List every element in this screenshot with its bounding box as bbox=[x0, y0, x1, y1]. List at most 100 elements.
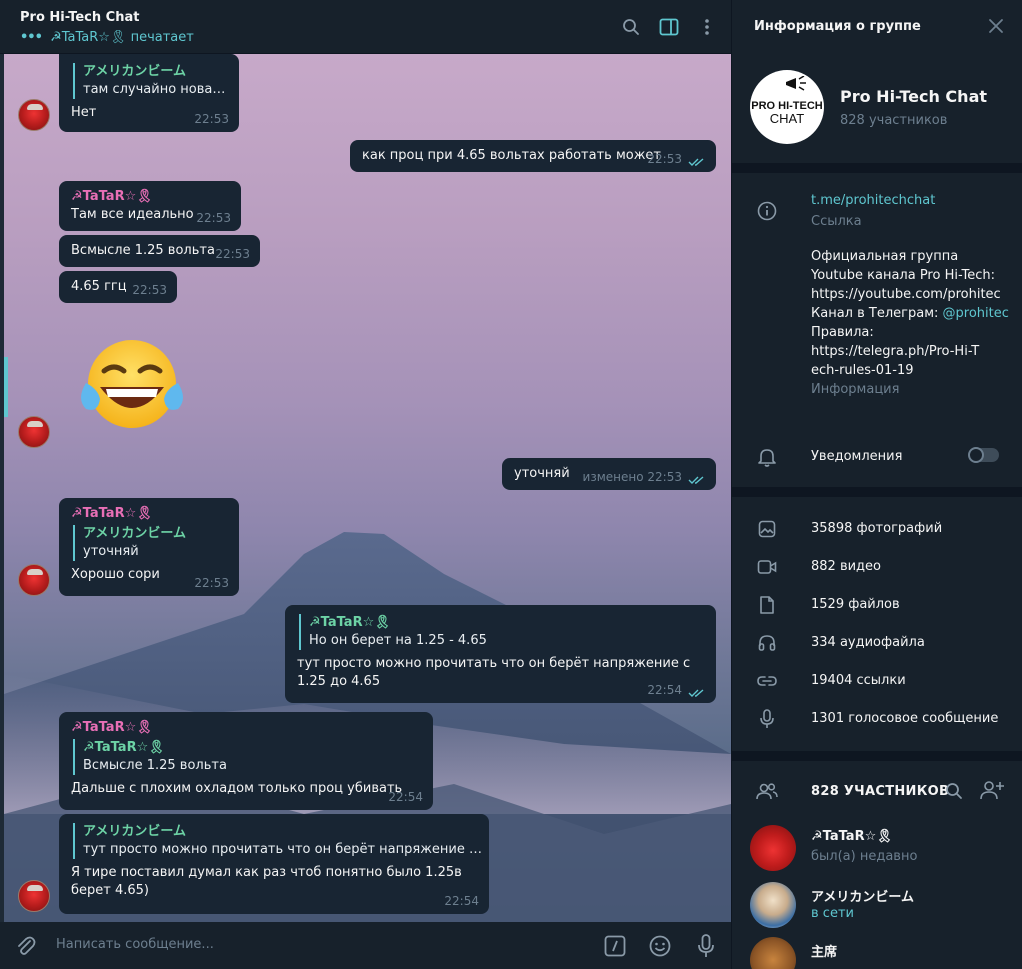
message-input[interactable]: Написать сообщение... bbox=[56, 937, 214, 952]
reply-text: Всмысле 1.25 вольта bbox=[83, 758, 227, 773]
message-bubble-outgoing[interactable]: уточняй изменено 22:53 bbox=[502, 458, 716, 490]
message-text: Хорошо сори bbox=[71, 567, 160, 582]
member-item[interactable]: 主席 bbox=[732, 935, 1022, 969]
member-item[interactable]: アメリカンビーム в сети bbox=[732, 880, 1022, 930]
message-bubble[interactable]: ☭TaTaR☆🎗 アメリカンビーム уточняй Хорошо сори 22… bbox=[59, 498, 239, 596]
divider bbox=[732, 751, 1022, 761]
message-bubble[interactable]: 4.65 ггц 22:53 bbox=[59, 271, 177, 303]
stat-photos[interactable]: 35898 фотографий bbox=[732, 510, 1022, 548]
message-time: 22:53 bbox=[132, 283, 167, 297]
notifications-label: Уведомления bbox=[811, 449, 903, 464]
message-bubble[interactable]: ☭TaTaR☆🎗 Там все идеально 22:53 bbox=[59, 181, 241, 231]
photo-icon bbox=[756, 518, 778, 540]
sender-name[interactable]: ☭TaTaR☆🎗 bbox=[71, 505, 227, 523]
microphone-icon[interactable] bbox=[694, 934, 718, 958]
rules-link[interactable]: https://telegra.ph/Pro-Hi-Tech-rules-01-… bbox=[811, 342, 981, 380]
stat-label: 1301 голосовое сообщение bbox=[811, 711, 999, 726]
reply-preview[interactable]: ☭TaTaR☆🎗 Всмысле 1.25 вольта bbox=[73, 739, 421, 775]
stat-label: 882 видео bbox=[811, 559, 881, 574]
message-time: 22:53 bbox=[215, 247, 250, 261]
user-avatar[interactable] bbox=[18, 564, 50, 596]
divider bbox=[732, 163, 1022, 173]
message-text: Нет bbox=[71, 105, 97, 120]
reply-author: アメリカンビーム bbox=[83, 824, 186, 839]
user-avatar[interactable] bbox=[18, 416, 50, 448]
stat-videos[interactable]: 882 видео bbox=[732, 548, 1022, 586]
composer-bar: Написать сообщение... bbox=[0, 922, 731, 969]
bell-icon bbox=[756, 446, 778, 468]
more-vertical-icon[interactable] bbox=[696, 16, 718, 38]
attach-paperclip-icon[interactable] bbox=[14, 934, 38, 958]
message-bubble[interactable]: アメリカンビーム тут просто можно прочитать что … bbox=[59, 814, 489, 914]
telegram-channel-link[interactable]: @prohitec bbox=[943, 306, 1009, 321]
chat-header: Pro Hi-Tech Chat ••• ☭TaTaR☆🎗 печатает bbox=[0, 0, 731, 54]
desc-line: Youtube канала Pro Hi-Tech: bbox=[811, 268, 995, 283]
youtube-link[interactable]: https://youtube.com/prohitec bbox=[811, 285, 1011, 304]
stat-files[interactable]: 1529 файлов bbox=[732, 586, 1022, 624]
message-time: 22:53 bbox=[647, 152, 682, 166]
laughing-emoji-sticker[interactable] bbox=[76, 337, 188, 431]
message-bubble-outgoing[interactable]: ☭TaTaR☆🎗 Но он берет на 1.25 - 4.65 тут … bbox=[285, 605, 716, 703]
message-bubble-outgoing[interactable]: как проц при 4.65 вольтах работать может… bbox=[350, 140, 716, 172]
reply-text: уточняй bbox=[83, 544, 139, 559]
stat-links[interactable]: 19404 ссылки bbox=[732, 662, 1022, 700]
user-avatar[interactable] bbox=[18, 99, 50, 131]
member-avatar bbox=[750, 882, 796, 928]
link-icon bbox=[756, 670, 778, 692]
message-bubble[interactable]: ☭TaTaR☆🎗 ☭TaTaR☆🎗 Всмысле 1.25 вольта Да… bbox=[59, 712, 433, 810]
reply-author: ☭TaTaR☆🎗 bbox=[309, 615, 391, 630]
toggle-knob bbox=[968, 447, 984, 463]
stat-label: 1529 файлов bbox=[811, 597, 900, 612]
message-text: уточняй bbox=[514, 466, 570, 481]
reply-preview[interactable]: アメリカンビーム уточняй bbox=[73, 525, 227, 561]
close-icon[interactable] bbox=[988, 18, 1004, 34]
member-name: アメリカンビーム bbox=[811, 890, 914, 905]
group-link[interactable]: t.me/prohitechchat bbox=[811, 193, 935, 208]
reply-text: там случайно новая ... bbox=[83, 82, 233, 97]
add-member-icon[interactable] bbox=[980, 780, 1004, 800]
edited-label: изменено bbox=[582, 470, 644, 484]
message-bubble[interactable]: アメリカンビーム там случайно новая ... Нет 22:5… bbox=[59, 54, 239, 132]
read-checkmarks-icon bbox=[688, 689, 704, 697]
chat-title[interactable]: Pro Hi-Tech Chat bbox=[20, 10, 139, 25]
member-status: был(а) недавно bbox=[811, 849, 918, 864]
message-time: 22:53 bbox=[194, 112, 229, 126]
reply-preview[interactable]: アメリカンビーム там случайно новая ... bbox=[73, 63, 233, 99]
message-bubble[interactable]: Всмысле 1.25 вольта 22:53 bbox=[59, 235, 260, 267]
search-members-icon[interactable] bbox=[945, 782, 963, 800]
members-icon bbox=[756, 780, 778, 802]
reply-preview[interactable]: アメリカンビーム тут просто можно прочитать что … bbox=[73, 823, 483, 859]
member-item[interactable]: ☭TaTaR☆🎗 был(а) недавно bbox=[732, 823, 1022, 873]
sidebar-toggle-icon[interactable] bbox=[658, 16, 680, 38]
message-text: 4.65 ггц bbox=[71, 279, 127, 294]
typing-status: ••• ☭TaTaR☆🎗 печатает bbox=[20, 30, 194, 45]
stat-voice[interactable]: 1301 голосовое сообщение bbox=[732, 700, 1022, 738]
search-icon[interactable] bbox=[620, 16, 642, 38]
message-text: Всмысле 1.25 вольта bbox=[71, 243, 215, 258]
member-avatar bbox=[750, 825, 796, 871]
sender-name[interactable]: ☭TaTaR☆🎗 bbox=[71, 188, 229, 206]
typing-text: печатает bbox=[130, 30, 194, 45]
stat-audio[interactable]: 334 аудиофайла bbox=[732, 624, 1022, 662]
description-label: Информация bbox=[811, 382, 900, 397]
divider bbox=[732, 487, 1022, 497]
reply-preview[interactable]: ☭TaTaR☆🎗 Но он берет на 1.25 - 4.65 bbox=[299, 614, 704, 650]
member-status: в сети bbox=[811, 906, 854, 921]
user-avatar[interactable] bbox=[18, 880, 50, 912]
desc-line: Официальная группа bbox=[811, 249, 959, 264]
group-avatar[interactable]: PRO HI-TECH CHAT bbox=[750, 70, 824, 144]
message-time: изменено 22:53 bbox=[583, 468, 682, 486]
group-description: Официальная группа Youtube канала Pro Hi… bbox=[811, 247, 1011, 397]
messages-area[interactable]: アメリカンビーム там случайно новая ... Нет 22:5… bbox=[4, 54, 731, 922]
message-time: 22:54 bbox=[444, 894, 479, 908]
stat-label: 334 аудиофайла bbox=[811, 635, 925, 650]
group-members-count: 828 участников bbox=[840, 113, 948, 128]
sender-name[interactable]: ☭TaTaR☆🎗 bbox=[71, 719, 421, 737]
notifications-toggle[interactable] bbox=[968, 447, 999, 463]
member-avatar bbox=[750, 937, 796, 969]
group-link-label: Ссылка bbox=[811, 214, 862, 229]
emoji-smile-icon[interactable] bbox=[648, 934, 672, 958]
read-checkmarks-icon bbox=[688, 476, 704, 484]
message-text: Там все идеально bbox=[71, 207, 194, 222]
bot-commands-icon[interactable] bbox=[603, 934, 627, 958]
